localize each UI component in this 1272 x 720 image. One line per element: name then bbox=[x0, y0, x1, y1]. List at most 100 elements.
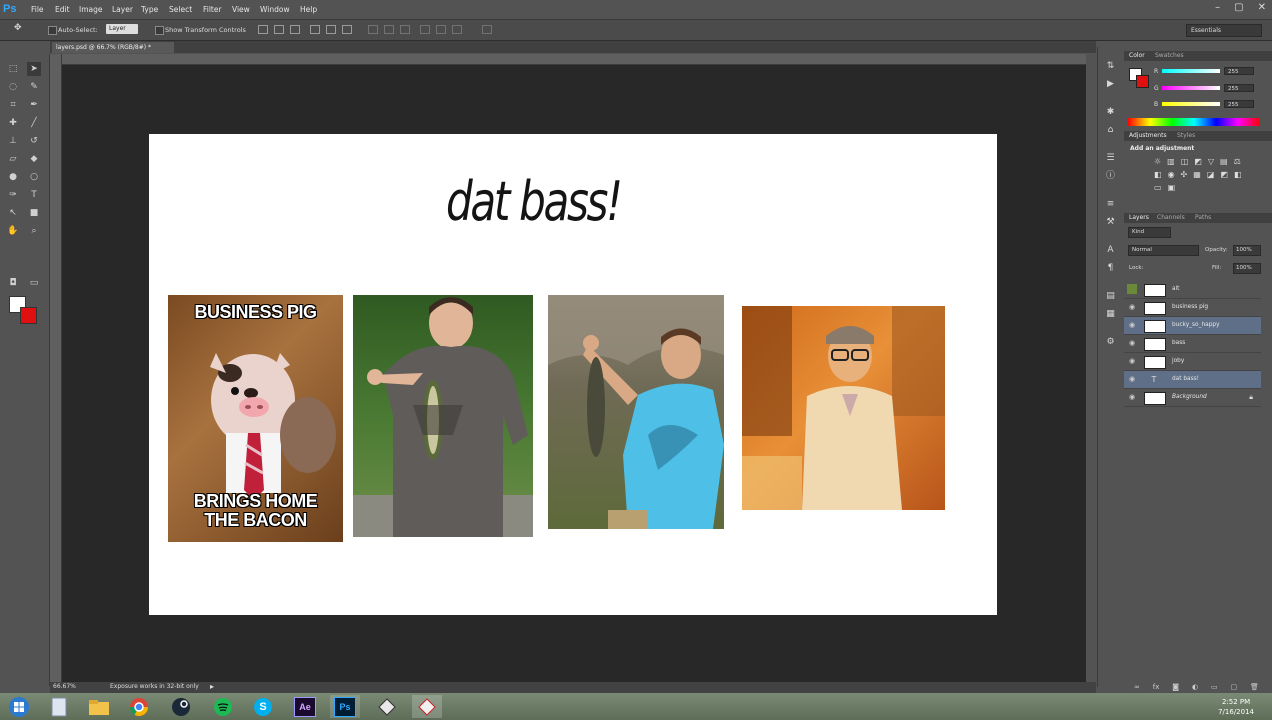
navigator-panel-icon[interactable]: ⚙ bbox=[1104, 336, 1117, 348]
new-adjustment-icon[interactable]: ◐ bbox=[1192, 683, 1198, 691]
layer-row-joby[interactable]: ◉ joby bbox=[1124, 353, 1261, 371]
menu-view[interactable]: View bbox=[232, 5, 250, 14]
maximize-button[interactable]: ▢ bbox=[1234, 2, 1243, 13]
rectangle-tool-icon[interactable]: ■ bbox=[27, 206, 41, 220]
status-menu-arrow-icon[interactable]: ▸ bbox=[210, 682, 214, 691]
align-hcenter-icon[interactable] bbox=[326, 25, 336, 34]
menu-file[interactable]: File bbox=[31, 5, 44, 14]
fill-field[interactable]: 100% bbox=[1233, 263, 1261, 274]
character-panel-icon[interactable]: A bbox=[1104, 244, 1117, 256]
windows-start-icon[interactable] bbox=[4, 695, 34, 718]
healing-brush-tool-icon[interactable]: ✚ bbox=[6, 116, 20, 130]
paint-bucket-tool-icon[interactable]: ◆ bbox=[27, 152, 41, 166]
vertical-ruler[interactable] bbox=[50, 54, 62, 682]
path-select-tool-icon[interactable]: ↖ bbox=[6, 206, 20, 220]
channel-b-slider[interactable] bbox=[1162, 102, 1220, 106]
minimize-button[interactable]: – bbox=[1215, 2, 1220, 13]
horizontal-ruler[interactable] bbox=[62, 54, 1086, 65]
channel-g-slider[interactable] bbox=[1162, 86, 1220, 90]
photo-bucky-so-happy[interactable] bbox=[548, 295, 724, 529]
auto-select-checkbox[interactable] bbox=[48, 26, 57, 35]
app-2-icon[interactable] bbox=[412, 695, 442, 718]
photo-filter-icon[interactable]: ◉ bbox=[1168, 170, 1175, 179]
crop-tool-icon[interactable]: ⌗ bbox=[6, 98, 20, 112]
tab-color[interactable]: Color bbox=[1129, 52, 1145, 59]
close-button[interactable]: ✕ bbox=[1258, 2, 1266, 13]
align-bottom-icon[interactable] bbox=[290, 25, 300, 34]
channel-b-value[interactable]: 255 bbox=[1224, 100, 1254, 108]
layer-comps-icon[interactable]: ≡ bbox=[1104, 198, 1117, 210]
move-tool-icon[interactable]: ➤ bbox=[27, 62, 41, 76]
distribute-vcenter-icon[interactable] bbox=[384, 25, 394, 34]
layer-row-business-pig[interactable]: ◉ business pig bbox=[1124, 299, 1261, 317]
hand-tool-icon[interactable]: ✋ bbox=[6, 224, 20, 238]
auto-align-icon[interactable] bbox=[482, 25, 492, 34]
layer-filter-kind-dropdown[interactable]: Kind bbox=[1128, 227, 1171, 238]
menu-image[interactable]: Image bbox=[79, 5, 103, 14]
skype-icon[interactable]: S bbox=[248, 695, 278, 718]
system-clock[interactable]: 2:52 PM 7/16/2014 bbox=[1218, 697, 1254, 717]
zoom-readout[interactable]: 66.67% bbox=[53, 683, 76, 690]
vibrance-icon[interactable]: ▽ bbox=[1208, 157, 1214, 166]
layer-visibility-off[interactable] bbox=[1127, 284, 1137, 294]
new-layer-icon[interactable]: ▢ bbox=[1231, 683, 1238, 691]
workspace-switcher[interactable]: Essentials bbox=[1186, 24, 1262, 37]
tab-channels[interactable]: Channels bbox=[1157, 214, 1185, 221]
zoom-tool-icon[interactable]: ⌕ bbox=[27, 224, 41, 238]
color-balance-icon[interactable]: ⚖ bbox=[1234, 157, 1241, 166]
rect-marquee-tool-icon[interactable]: ⬚ bbox=[6, 62, 20, 76]
tab-swatches[interactable]: Swatches bbox=[1155, 52, 1184, 59]
distribute-hcenter-icon[interactable] bbox=[436, 25, 446, 34]
type-tool-icon[interactable]: T bbox=[27, 188, 41, 202]
link-layers-icon[interactable]: ∞ bbox=[1134, 683, 1140, 691]
menu-layer[interactable]: Layer bbox=[112, 5, 133, 14]
add-mask-icon[interactable]: ◙ bbox=[1172, 683, 1179, 691]
color-spectrum-ramp[interactable] bbox=[1128, 118, 1260, 126]
app-1-icon[interactable] bbox=[372, 695, 402, 718]
after-effects-icon[interactable]: Ae bbox=[290, 695, 320, 718]
menu-window[interactable]: Window bbox=[260, 5, 290, 14]
invert-icon[interactable]: ◪ bbox=[1207, 170, 1215, 179]
color-bg-swatch[interactable] bbox=[1136, 75, 1149, 88]
align-vcenter-icon[interactable] bbox=[274, 25, 284, 34]
distribute-bottom-icon[interactable] bbox=[400, 25, 410, 34]
move-tool-icon[interactable]: ✥ bbox=[14, 23, 22, 33]
channel-mixer-icon[interactable]: ✣ bbox=[1181, 170, 1188, 179]
selective-color-icon[interactable]: ▣ bbox=[1168, 183, 1176, 192]
layer-row-alt[interactable]: alt bbox=[1124, 281, 1261, 299]
eyedropper-tool-icon[interactable]: ✒ bbox=[27, 98, 41, 112]
menu-type[interactable]: Type bbox=[141, 5, 158, 14]
brightness-icon[interactable]: ☼ bbox=[1154, 157, 1161, 166]
layer-row-bass[interactable]: ◉ bass bbox=[1124, 335, 1261, 353]
canvas-title-text[interactable]: dat bass! bbox=[446, 170, 623, 233]
posterize-icon[interactable]: ◩ bbox=[1220, 170, 1228, 179]
eye-icon[interactable]: ◉ bbox=[1129, 357, 1135, 365]
tab-adjustments[interactable]: Adjustments bbox=[1129, 132, 1167, 139]
distribute-right-icon[interactable] bbox=[452, 25, 462, 34]
lasso-tool-icon[interactable]: ◌ bbox=[6, 80, 20, 94]
spotify-icon[interactable] bbox=[208, 695, 238, 718]
menu-filter[interactable]: Filter bbox=[203, 5, 222, 14]
swatches-panel-icon[interactable]: ▦ bbox=[1104, 308, 1117, 320]
exposure-icon[interactable]: ◩ bbox=[1194, 157, 1202, 166]
tab-paths[interactable]: Paths bbox=[1195, 214, 1211, 221]
align-right-icon[interactable] bbox=[342, 25, 352, 34]
document-icon[interactable] bbox=[44, 695, 74, 718]
chrome-icon[interactable] bbox=[124, 695, 154, 718]
eye-icon[interactable]: ◉ bbox=[1129, 303, 1135, 311]
show-transform-checkbox[interactable] bbox=[155, 26, 164, 35]
blend-mode-dropdown[interactable]: Normal bbox=[1128, 245, 1199, 256]
tab-styles[interactable]: Styles bbox=[1177, 132, 1195, 139]
clone-stamp-tool-icon[interactable]: ⊥ bbox=[6, 134, 20, 148]
paragraph-panel-icon[interactable]: ¶ bbox=[1104, 262, 1117, 274]
brush-panel-icon[interactable]: ✱ bbox=[1104, 106, 1117, 118]
black-white-icon[interactable]: ◧ bbox=[1154, 170, 1162, 179]
clone-source-icon[interactable]: ⌂ bbox=[1104, 124, 1117, 136]
screen-mode-icon[interactable]: ▭ bbox=[27, 276, 41, 290]
pen-tool-icon[interactable]: ✑ bbox=[6, 188, 20, 202]
curves-icon[interactable]: ◫ bbox=[1181, 157, 1189, 166]
auto-select-target-dropdown[interactable]: Layer bbox=[106, 24, 138, 34]
blur-tool-icon[interactable]: ● bbox=[6, 170, 20, 184]
channel-r-slider[interactable] bbox=[1162, 69, 1220, 73]
brush-tool-icon[interactable]: ╱ bbox=[27, 116, 41, 130]
